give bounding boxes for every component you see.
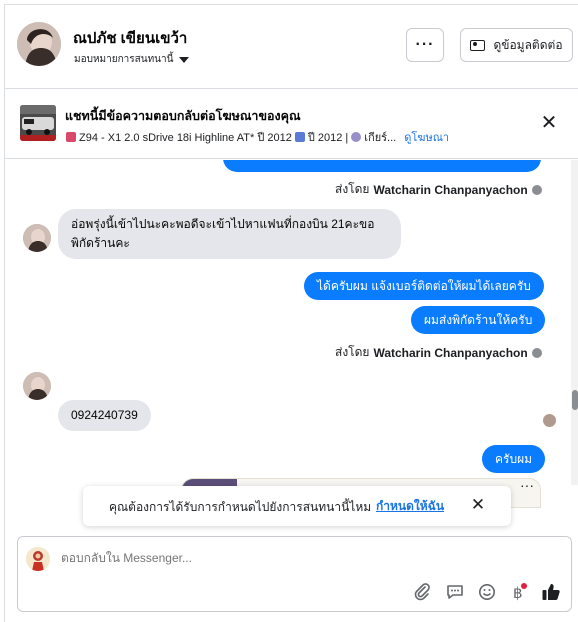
car-icon (66, 132, 76, 142)
ad-banner-title: แชทนี้มีข้อความตอบกลับต่อโฆษณาของคุณ (65, 109, 301, 123)
message-bubble-outgoing[interactable]: ครับผม (482, 445, 546, 473)
thumbs-up-icon[interactable] (540, 581, 562, 603)
ad-details: Z94 - X1 2.0 sDrive 18i Highline AT* ปี … (66, 128, 449, 146)
conversation-header: ณปภัช เขียนเขว้า มอบหมายการสนทนานี้ ··· … (5, 5, 578, 89)
gear-icon (351, 132, 362, 142)
more-options-button[interactable]: ··· (406, 28, 444, 62)
caret-down-icon (179, 56, 190, 63)
view-contact-label: ดูข้อมูลติดต่อ (493, 37, 563, 52)
reply-composer[interactable]: ฿ (17, 536, 572, 612)
info-icon[interactable] (531, 347, 542, 358)
ad-details-text-2: ปี 2012 | (307, 132, 349, 144)
attach-icon[interactable] (411, 581, 433, 603)
ad-details-text-3: เกียร์... (364, 132, 397, 144)
currency-icon[interactable]: ฿ (508, 581, 530, 603)
view-contact-button[interactable]: ดูข้อมูลติดต่อ (460, 28, 573, 62)
sent-by-label: ส่งโดย Watcharin Chanpanyachon (335, 343, 542, 362)
customer-avatar[interactable] (23, 224, 51, 252)
ad-thumbnail[interactable] (20, 105, 56, 141)
card-more-icon[interactable]: ··· (520, 479, 534, 493)
close-icon[interactable]: ✕ (537, 111, 561, 135)
view-ad-link[interactable]: ดูโฆษณา (404, 128, 449, 146)
contact-name[interactable]: ณปภัช เขียนเขว้า (73, 26, 187, 50)
seen-indicator-avatar (543, 414, 556, 427)
message-bubble-incoming[interactable]: 0924240739 (58, 400, 151, 431)
message-bubble-outgoing[interactable]: ได้ครับผม แจ้งเบอร์ติดต่อให้ผมได้เลยครับ (304, 272, 544, 300)
emoji-icon[interactable] (476, 581, 498, 603)
sent-by-label: ส่งโดย Watcharin Chanpanyachon (335, 180, 542, 199)
assign-to-me-link[interactable]: กำหนดให้ฉัน (376, 497, 444, 516)
thread-scrollbar[interactable] (571, 160, 578, 485)
ad-reply-banner: แชทนี้มีข้อความตอบกลับต่อโฆษณาของคุณ Z94… (5, 89, 578, 159)
customer-avatar[interactable] (23, 372, 51, 400)
message-bubble-partial (223, 160, 541, 172)
reply-input[interactable] (61, 551, 501, 565)
contact-card-icon (470, 39, 486, 51)
reminder-text: คุณต้องการได้รับการกำหนดไปยังการสนทนานี้… (109, 500, 372, 514)
message-bubble-incoming[interactable]: อ่อพรุ่งนี้เข้าไปนะคะพอดีจะเข้าไปหาแฟนที… (58, 209, 401, 259)
close-icon[interactable]: ✕ (467, 494, 489, 516)
assign-label: มอบหมายการสนทนานี้ (74, 54, 174, 65)
message-bubble-outgoing[interactable]: ผมส่งพิกัดร้านให้ครับ (411, 306, 546, 334)
calendar-icon (294, 132, 305, 142)
info-icon[interactable] (531, 184, 542, 195)
assign-conversation-dropdown[interactable]: มอบหมายการสนทนานี้ (74, 52, 190, 67)
contact-avatar[interactable] (17, 22, 61, 66)
scrollbar-thumb[interactable] (572, 390, 578, 410)
page-avatar (26, 547, 50, 571)
ad-details-text: Z94 - X1 2.0 sDrive 18i Highline AT* ปี … (79, 132, 292, 144)
message-thread[interactable]: ส่งโดย Watcharin Chanpanyachon อ่อพรุ่งน… (5, 160, 571, 530)
chat-bubble-icon[interactable] (444, 581, 466, 603)
inbox-conversation-panel: ณปภัช เขียนเขว้า มอบหมายการสนทนานี้ ··· … (4, 4, 578, 622)
assign-reminder-toast: คุณต้องการได้รับการกำหนดไปยังการสนทนานี้… (83, 486, 511, 526)
